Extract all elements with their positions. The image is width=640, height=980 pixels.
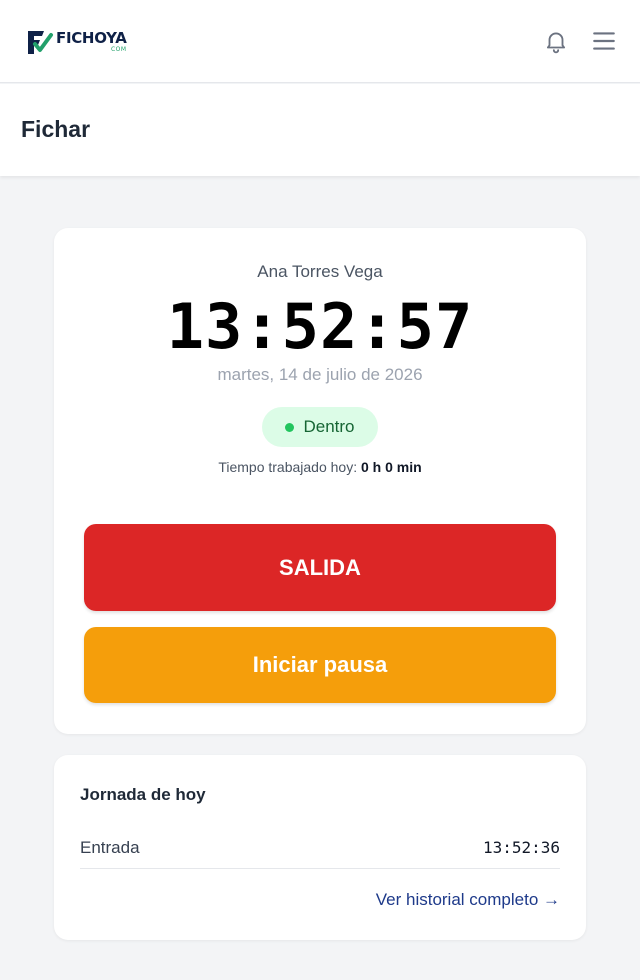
entry-time: 13:52:36 — [482, 838, 560, 857]
entry-label: Entrada — [80, 837, 140, 857]
list-item: Entrada 13:52:36 — [80, 827, 560, 869]
hamburger-menu-icon[interactable] — [591, 28, 617, 54]
page-title: Fichar — [21, 116, 91, 142]
logo-domain: COM — [110, 46, 127, 53]
current-date: martes, 14 de julio de 2026 — [217, 365, 423, 384]
worked-time: Tiempo trabajado hoy: 0 h 0 min — [54, 459, 586, 475]
exit-button[interactable]: SALIDA — [84, 524, 556, 611]
fichoya-logo[interactable]: FICHOYA COM — [24, 22, 127, 62]
today-shift-card: Jornada de hoy Entrada 13:52:36 Ver hist… — [54, 755, 586, 940]
status-badge: Dentro — [262, 407, 378, 447]
today-shift-title: Jornada de hoy — [80, 785, 206, 804]
current-time: 13:52:57 — [166, 290, 474, 363]
bell-icon[interactable] — [543, 28, 569, 54]
page-header: Fichar — [0, 84, 640, 176]
employee-name: Ana Torres Vega — [257, 262, 383, 281]
view-history-link[interactable]: Ver historial completo → — [376, 890, 560, 910]
logo-wordmark: FICHOYA — [56, 29, 127, 47]
clock-card: Ana Torres Vega 13:52:57 martes, 14 de j… — [54, 228, 586, 734]
logo-mark-icon — [28, 31, 53, 54]
status-dot-icon — [285, 422, 295, 432]
start-pause-button[interactable]: Iniciar pausa — [84, 627, 556, 703]
status-label: Dentro — [303, 417, 355, 436]
worked-time-label: Tiempo trabajado hoy: — [218, 459, 358, 475]
top-bar: FICHOYA COM — [0, 0, 640, 83]
worked-time-value: 0 h 0 min — [361, 459, 422, 475]
